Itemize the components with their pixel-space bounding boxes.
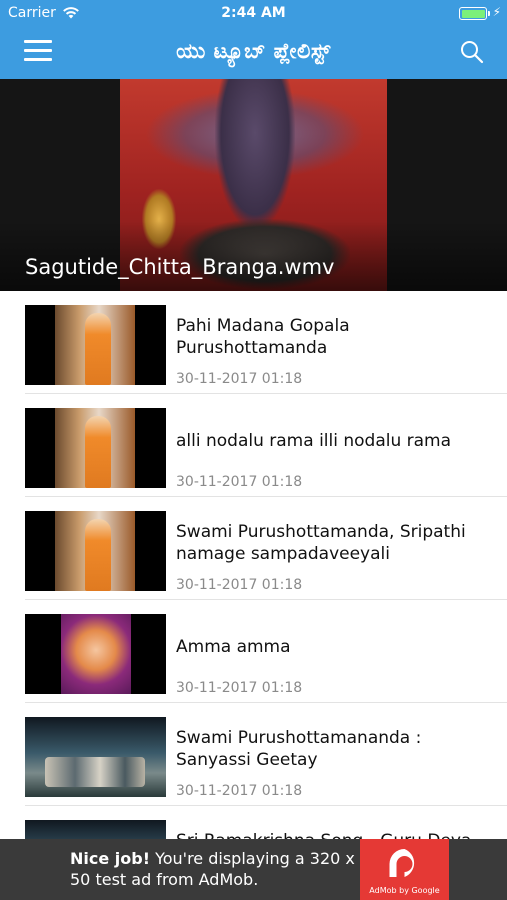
video-list-item[interactable]: alli nodalu rama illi nodalu rama 30-11-… bbox=[0, 394, 507, 497]
admob-logo: AdMob by Google bbox=[360, 839, 449, 900]
admob-banner[interactable]: Nice job! You're displaying a 320 x 50 t… bbox=[0, 839, 507, 900]
video-thumbnail bbox=[25, 717, 166, 797]
thumbnail-person bbox=[45, 757, 145, 787]
status-bar: Carrier 2:44 AM ⚡ bbox=[0, 0, 507, 28]
thumbnail-person bbox=[85, 416, 111, 488]
video-title: Pahi Madana Gopala Purushottamanda bbox=[176, 316, 350, 358]
video-thumbnail bbox=[25, 614, 166, 694]
video-title: Swami Purushottamanda, Sripathi namage s… bbox=[176, 522, 466, 564]
video-list-item[interactable]: Swami Purushottamananda : Sanyassi Geeta… bbox=[0, 703, 507, 806]
battery-icon bbox=[459, 7, 487, 20]
thumbnail-art-figure bbox=[215, 79, 295, 229]
featured-video[interactable]: Sagutide_Chitta_Branga.wmv bbox=[0, 79, 507, 291]
video-date: 30-11-2017 01:18 bbox=[176, 680, 303, 696]
thumbnail-person bbox=[85, 519, 111, 591]
thumbnail-person bbox=[85, 313, 111, 385]
video-date: 30-11-2017 01:18 bbox=[176, 783, 303, 799]
admob-icon bbox=[389, 849, 415, 877]
video-title: Swami Purushottamananda : Sanyassi Geeta… bbox=[176, 728, 422, 770]
ad-headline: Nice job! bbox=[70, 849, 151, 868]
video-thumbnail bbox=[25, 511, 166, 591]
video-date: 30-11-2017 01:18 bbox=[176, 474, 303, 490]
video-thumbnail bbox=[25, 408, 166, 488]
video-list-item[interactable]: Amma amma 30-11-2017 01:18 bbox=[0, 600, 507, 703]
thumbnail-stage bbox=[61, 614, 131, 694]
ad-text: Nice job! You're displaying a 320 x 50 t… bbox=[70, 848, 360, 890]
battery-cap bbox=[488, 11, 490, 16]
video-list-item[interactable]: Pahi Madana Gopala Purushottamanda 30-11… bbox=[0, 291, 507, 394]
video-date: 30-11-2017 01:18 bbox=[176, 577, 303, 593]
featured-video-title: Sagutide_Chitta_Branga.wmv bbox=[25, 255, 335, 279]
page-title: ಯು ಟ್ಯೂಬ್ ಪ್ಲೇಲಿಸ್ಟ್ bbox=[176, 39, 331, 63]
battery-level-fill bbox=[461, 9, 485, 18]
search-icon[interactable] bbox=[459, 39, 485, 65]
video-thumbnail bbox=[25, 305, 166, 385]
video-title: alli nodalu rama illi nodalu rama bbox=[176, 431, 452, 451]
status-clock: 2:44 AM bbox=[221, 5, 286, 21]
admob-caption: AdMob by Google bbox=[369, 886, 440, 895]
navigation-bar: Carrier 2:44 AM ⚡ ಯು ಟ್ಯೂಬ್ ಪ್ಲೇಲಿಸ್ಟ್ bbox=[0, 0, 507, 79]
bolt-icon: ⚡ bbox=[492, 5, 501, 19]
video-title: Amma amma bbox=[176, 637, 291, 657]
video-list-item[interactable]: Swami Purushottamanda, Sripathi namage s… bbox=[0, 497, 507, 600]
video-date: 30-11-2017 01:18 bbox=[176, 371, 303, 387]
